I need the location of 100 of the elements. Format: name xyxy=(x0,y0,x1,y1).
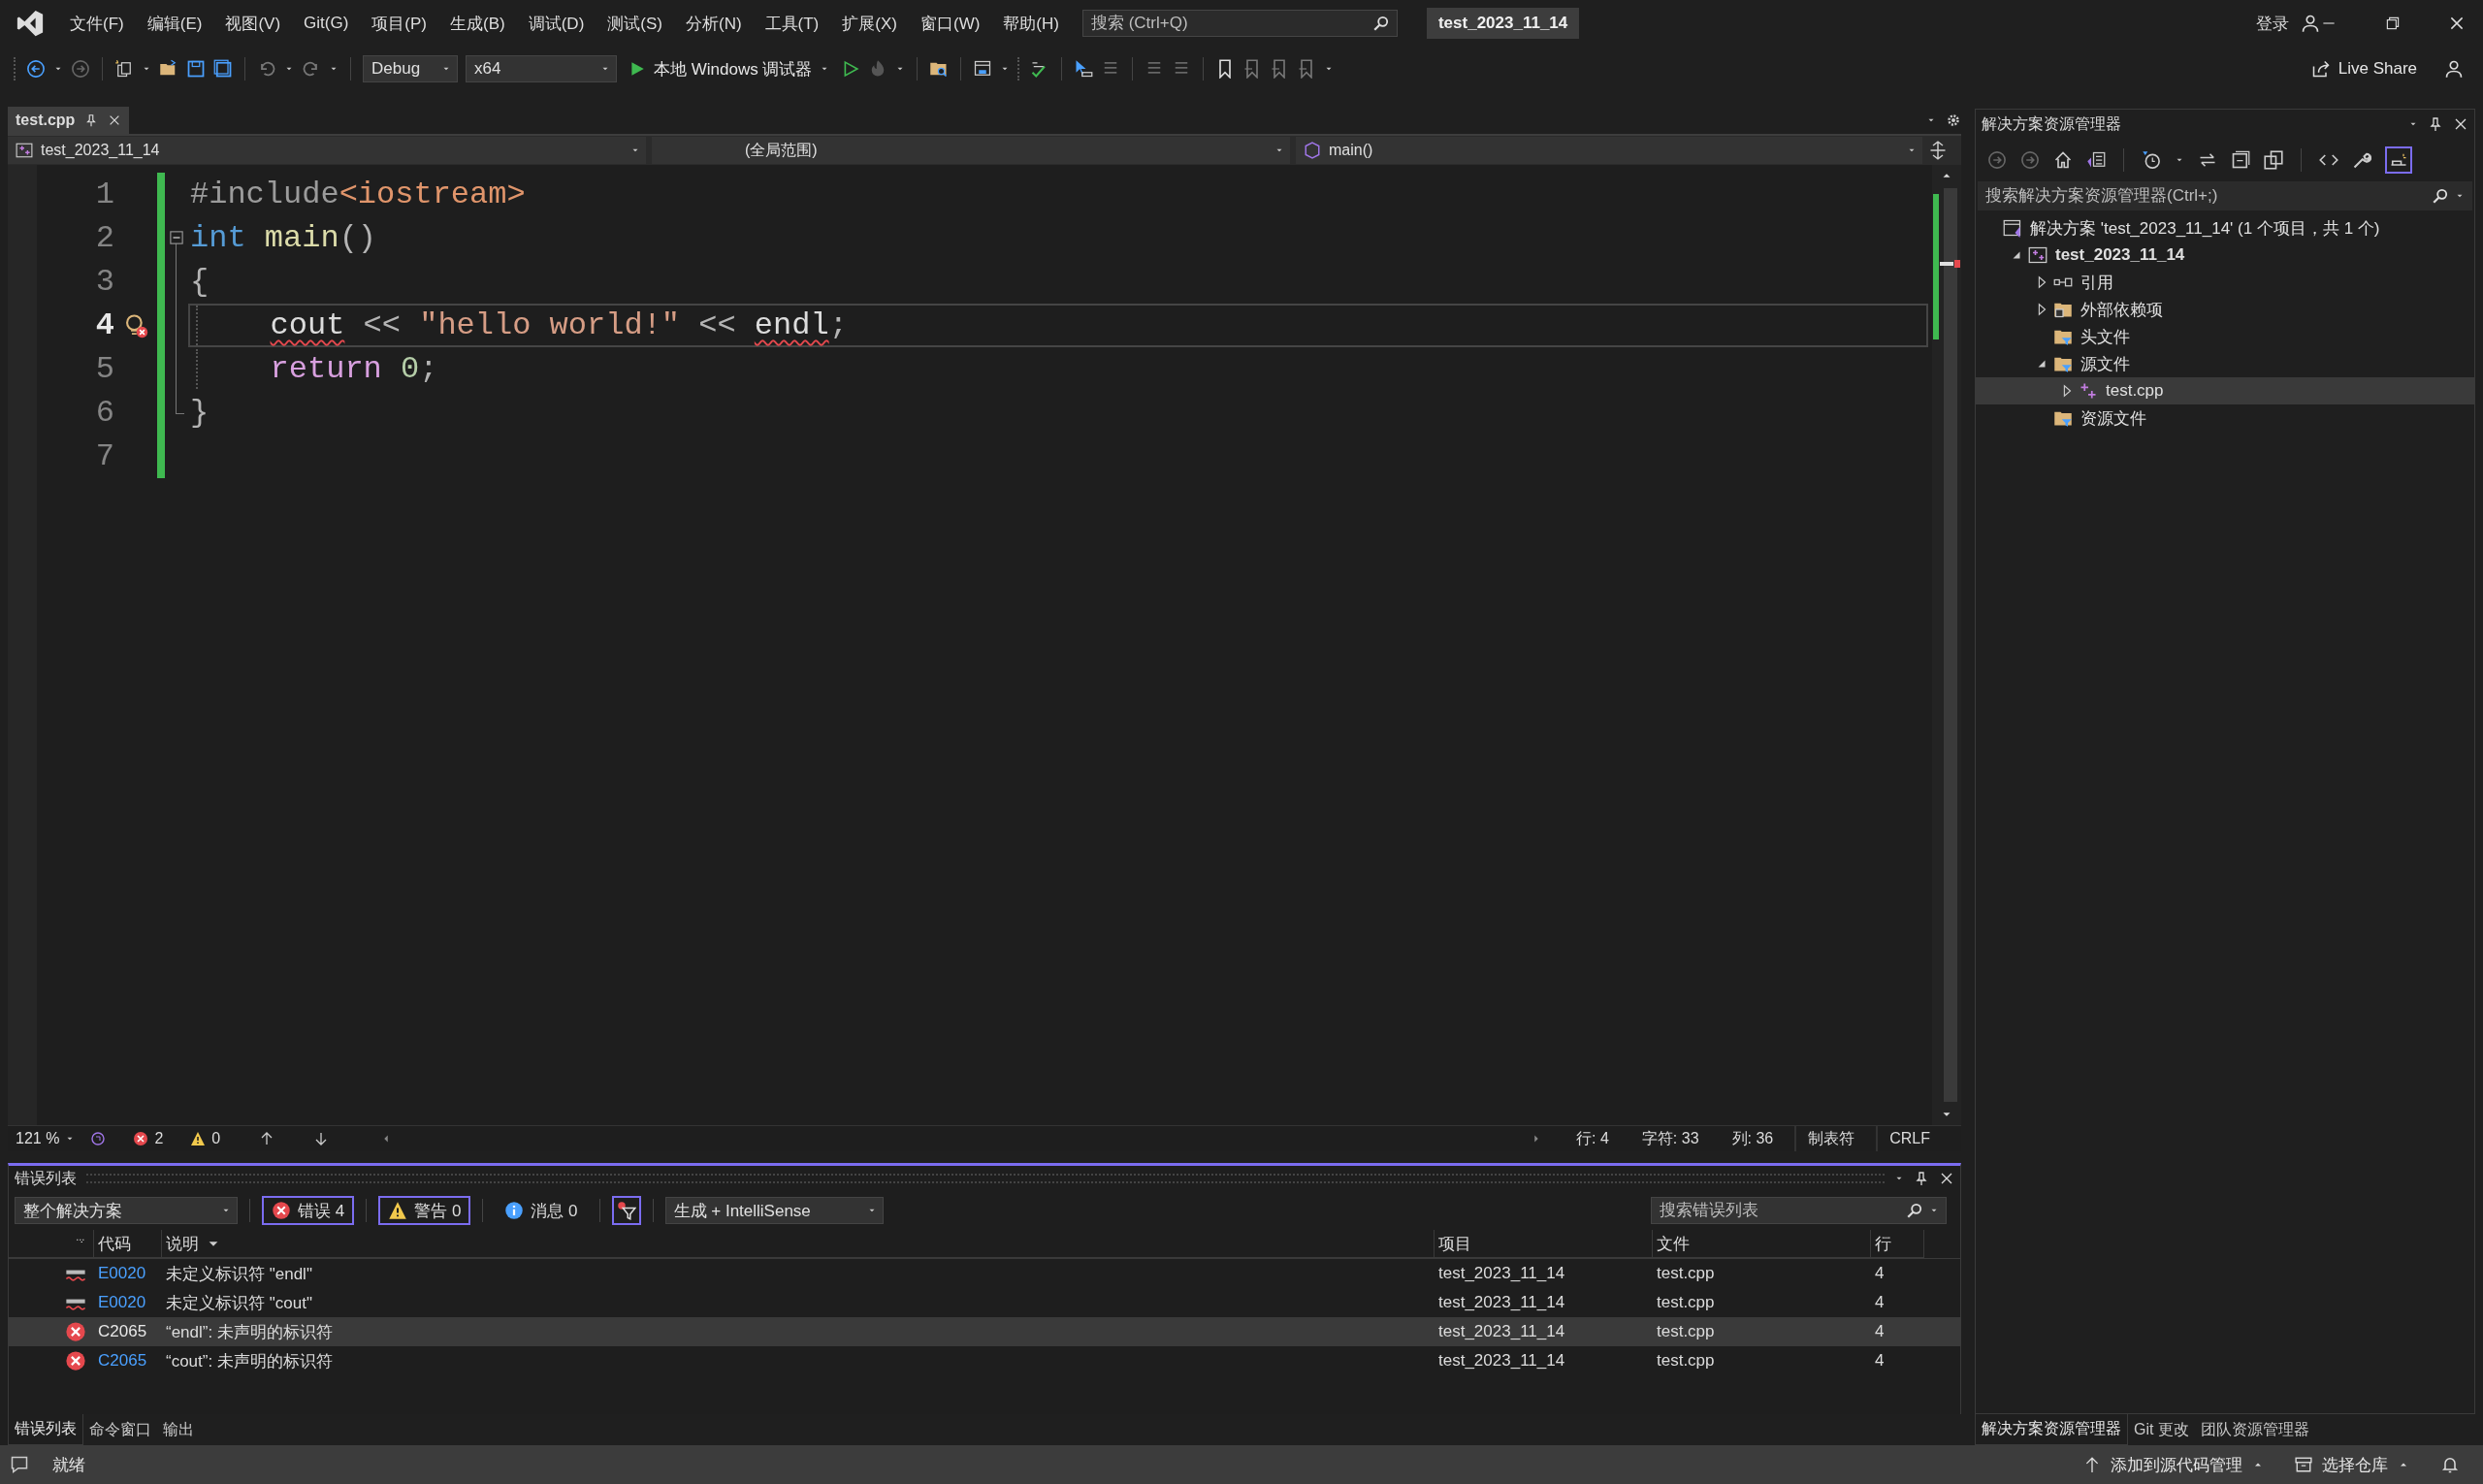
column-header[interactable]: 代码 xyxy=(94,1230,162,1258)
line-number: 1 xyxy=(94,177,114,212)
navigation-dropdown[interactable]: (全局范围) xyxy=(652,137,1290,164)
error-row[interactable]: E0020 未定义标识符 "cout" test_2023_11_14 test.cpp 4 xyxy=(9,1288,1960,1317)
copy-icon[interactable] xyxy=(2264,150,2283,170)
forward-icon[interactable] xyxy=(2020,150,2040,170)
character-indicator: 字符: 33 xyxy=(1640,1128,1700,1148)
wrench-icon[interactable] xyxy=(2352,150,2371,170)
share-icon xyxy=(2310,59,2331,79)
source-control-button[interactable]: 添加到源代码管理 xyxy=(2083,1453,2264,1476)
feedback-icon[interactable] xyxy=(2444,59,2464,79)
notification-icon[interactable] xyxy=(2440,1455,2460,1474)
error-code-link[interactable]: C2065 xyxy=(98,1322,147,1341)
account-icon[interactable] xyxy=(2301,14,2320,33)
panel-tab[interactable]: 错误列表 xyxy=(8,1414,83,1445)
repository-button[interactable]: 选择仓库 xyxy=(2295,1453,2409,1476)
tree-item[interactable]: 外部依赖项 xyxy=(1976,296,2474,323)
window-icon[interactable] xyxy=(973,59,993,79)
panel-tab[interactable]: Git 更改 xyxy=(2128,1414,2195,1445)
error-code-link[interactable]: E0020 xyxy=(98,1293,146,1312)
error-code-link[interactable]: E0020 xyxy=(98,1264,146,1283)
tree-item[interactable]: test.cpp xyxy=(1976,377,2474,404)
column-header[interactable]: 说明 xyxy=(162,1230,1435,1258)
save-all-icon[interactable] xyxy=(213,59,233,79)
navigation-dropdown[interactable]: test_2023_11_14 xyxy=(8,137,646,164)
error-row[interactable]: C2065 “cout”: 未声明的标识符 test_2023_11_14 test.cpp 4 xyxy=(9,1346,1960,1375)
new-project-icon[interactable] xyxy=(114,59,134,79)
code-token: <iostream> xyxy=(339,177,526,212)
filter-toggle[interactable]: 警告 0 xyxy=(378,1196,471,1225)
menu-item[interactable]: 编辑(E) xyxy=(135,8,214,39)
menu-item[interactable]: 生成(B) xyxy=(438,8,517,39)
tree-item[interactable]: 解决方案 'test_2023_11_14' (1 个项目，共 1 个) xyxy=(1976,214,2474,242)
menu-item[interactable]: 调试(D) xyxy=(516,8,597,39)
close-icon[interactable] xyxy=(2453,116,2468,132)
indent-mode[interactable]: 制表符 xyxy=(1794,1126,1867,1151)
tree-item[interactable]: 引用 xyxy=(1976,269,2474,296)
panel-tab[interactable]: 命令窗口 xyxy=(83,1414,157,1445)
pin-icon[interactable] xyxy=(2428,116,2443,132)
line-ending[interactable]: CRLF xyxy=(1876,1126,1942,1151)
menu-item[interactable]: 视图(V) xyxy=(213,8,293,39)
menu-item[interactable]: 项目(P) xyxy=(360,8,438,39)
filter-toggle[interactable]: 错误 4 xyxy=(262,1196,355,1225)
pin-icon[interactable] xyxy=(1914,1171,1929,1186)
error-code-link[interactable]: C2065 xyxy=(98,1351,147,1371)
project-cell: test_2023_11_14 xyxy=(1438,1293,1565,1312)
document-icon[interactable] xyxy=(2086,150,2106,170)
scope-dropdown[interactable]: 整个解决方案 xyxy=(15,1197,238,1224)
collapse-all-icon[interactable] xyxy=(2231,150,2250,170)
column-header[interactable]: 行 xyxy=(1871,1230,1924,1258)
history-icon[interactable] xyxy=(2142,150,2161,170)
platform-dropdown[interactable]: x64 xyxy=(466,55,617,82)
panel-tab[interactable]: 解决方案资源管理器 xyxy=(1975,1414,2128,1445)
tree-item[interactable]: test_2023_11_14 xyxy=(1976,242,2474,269)
menu-item[interactable]: 分析(N) xyxy=(673,8,754,39)
lightbulb-error-icon[interactable] xyxy=(123,312,148,339)
error-row[interactable]: C2065 “endl”: 未声明的标识符 test_2023_11_14 test.cpp 4 xyxy=(9,1317,1960,1346)
code-token: << xyxy=(362,307,402,343)
close-icon[interactable] xyxy=(1939,1171,1954,1186)
search-field[interactable]: 搜索解决方案资源管理器(Ctrl+;) xyxy=(1978,181,2472,210)
panel-tab[interactable]: 输出 xyxy=(157,1414,200,1445)
panel-tab[interactable]: 团队资源管理器 xyxy=(2194,1414,2315,1445)
split-icon[interactable] xyxy=(1928,141,1948,160)
search-icon xyxy=(2432,187,2449,205)
collapse-icon[interactable] xyxy=(170,231,183,244)
home-icon[interactable] xyxy=(2053,150,2073,170)
search-icon[interactable] xyxy=(1371,15,1390,32)
menu-item[interactable]: Git(G) xyxy=(292,10,361,37)
live-share-button[interactable]: Live Share xyxy=(2310,59,2417,79)
repository-icon xyxy=(2295,1456,2312,1473)
menu-item[interactable]: 帮助(H) xyxy=(991,8,1071,39)
filter-toggle[interactable]: 消息 0 xyxy=(495,1196,588,1225)
menu-item[interactable]: 窗口(W) xyxy=(908,8,992,39)
save-icon[interactable] xyxy=(186,59,206,79)
navigation-dropdown[interactable]: main() xyxy=(1296,137,1922,164)
forward-icon[interactable] xyxy=(71,59,90,79)
start-debugging-button[interactable]: 本地 Windows 调试器 xyxy=(625,55,834,82)
source-dropdown[interactable]: 生成 + IntelliSense xyxy=(664,1197,884,1224)
error-row[interactable]: E0020 未定义标识符 "endl" test_2023_11_14 test.cpp 4 xyxy=(9,1259,1960,1288)
tree-item[interactable]: 头文件 xyxy=(1976,323,2474,350)
search-field[interactable]: 搜索 (Ctrl+Q) xyxy=(1081,10,1398,37)
search-field[interactable]: 搜索错误列表 xyxy=(1651,1197,1947,1224)
configuration-dropdown[interactable]: Debug xyxy=(363,55,458,82)
filter-button[interactable] xyxy=(611,1196,641,1225)
restore-icon[interactable] xyxy=(2384,15,2402,32)
menu-item[interactable]: 测试(S) xyxy=(596,8,674,39)
tree-item[interactable]: 源文件 xyxy=(1976,350,2474,377)
close-icon[interactable] xyxy=(2448,15,2466,32)
editor-tab[interactable]: test.cpp xyxy=(8,107,130,134)
menu-item[interactable]: 文件(F) xyxy=(58,8,136,39)
settings-icon[interactable] xyxy=(1946,113,1961,128)
select-icon[interactable] xyxy=(1074,59,1094,79)
tree-item[interactable]: 资源文件 xyxy=(1976,404,2474,432)
column-header[interactable]: 文件 xyxy=(1653,1230,1871,1258)
grip-handle[interactable] xyxy=(86,1174,1885,1183)
sign-in-link[interactable]: 登录 xyxy=(2244,8,2301,39)
scrollbar-thumb[interactable] xyxy=(1944,188,1957,1102)
zoom-dropdown[interactable]: 121 % xyxy=(8,1127,81,1150)
column-header[interactable]: 项目 xyxy=(1435,1230,1653,1258)
menu-item[interactable]: 扩展(X) xyxy=(830,8,909,39)
menu-item[interactable]: 工具(T) xyxy=(753,8,831,39)
